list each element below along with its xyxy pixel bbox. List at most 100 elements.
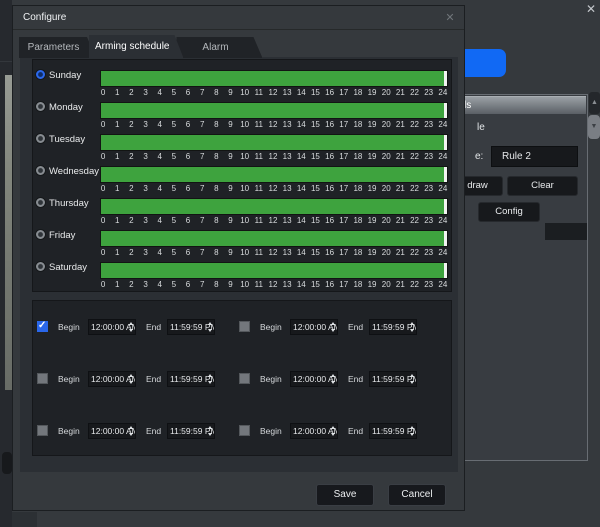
radio-wednesday[interactable] [35,165,46,176]
time-range-4-end-input[interactable]: 11:59:59 PM [369,371,417,387]
partial-control [545,223,587,240]
day-row-friday: Friday 012345678910111213141516171819202… [33,229,451,261]
end-label: End [348,322,363,332]
time-range-3-end-input[interactable]: 11:59:59 PM [167,371,215,387]
radio-thursday[interactable] [35,197,46,208]
schedule-bar-sunday[interactable] [100,70,448,87]
day-row-saturday: Saturday 0123456789101112131415161718192… [33,261,451,293]
hour-ticks: 0123456789101112131415161718192021222324 [96,280,450,290]
time-range-5-end-input[interactable]: 11:59:59 PM [167,423,215,439]
day-label: Sunday [49,70,81,81]
tab-alarm[interactable]: Alarm [176,37,262,58]
selected-list-item[interactable]: ls [462,96,586,114]
day-row-thursday: Thursday 0123456789101112131415161718192… [33,197,451,229]
video-preview-sliver [5,75,12,390]
end-label: End [348,426,363,436]
configure-dialog: Configure ✕ Parameters Arming schedule A… [12,5,465,511]
scroll-down-icon[interactable]: ▼ [588,115,600,139]
begin-label: Begin [58,322,80,332]
time-spinner-icon[interactable] [129,372,134,386]
schedule-bar-tuesday[interactable] [100,134,448,151]
screen: ✕ ls ▲ ▼ le e: Rule 2 draw Clear Config … [0,0,600,527]
time-range-6-begin-input[interactable]: 12:00:00 AM [290,423,338,439]
schedule-bar-friday[interactable] [100,230,448,247]
dialog-close-icon[interactable]: ✕ [442,10,458,26]
schedule-bar-monday[interactable] [100,102,448,119]
time-spinner-icon[interactable] [331,372,336,386]
time-range-6-end-input[interactable]: 11:59:59 PM [369,423,417,439]
time-spinner-icon[interactable] [208,320,213,334]
time-range-1-begin-input[interactable]: 12:00:00 AM [88,319,136,335]
end-label: End [146,374,161,384]
rule-label-partial: le [477,122,485,133]
rule-name-input[interactable]: Rule 2 [491,146,578,167]
day-row-sunday: Sunday 012345678910111213141516171819202… [33,69,451,101]
day-row-wednesday: Wednesday 012345678910111213141516171819… [33,165,451,197]
hour-ticks: 0123456789101112131415161718192021222324 [96,248,450,258]
time-range-1-end-input[interactable]: 11:59:59 PM [167,319,215,335]
time-spinner-icon[interactable] [410,424,415,438]
tab-arming-schedule[interactable]: Arming schedule [89,35,183,58]
time-range-4-begin-input[interactable]: 12:00:00 AM [290,371,338,387]
time-spinner-icon[interactable] [331,320,336,334]
time-range-2-begin-input[interactable]: 12:00:00 AM [290,319,338,335]
tab-bar: Parameters Arming schedule Alarm [19,35,255,58]
time-range-6-checkbox[interactable] [239,425,250,436]
schedule-bar-wednesday[interactable] [100,166,448,183]
day-row-tuesday: Tuesday 01234567891011121314151617181920… [33,133,451,165]
time-range-5-begin-input[interactable]: 12:00:00 AM [88,423,136,439]
day-label: Friday [49,230,75,241]
time-spinner-icon[interactable] [208,372,213,386]
hour-ticks: 0123456789101112131415161718192021222324 [96,120,450,130]
scroll-up-icon[interactable]: ▲ [589,92,600,114]
window-close-icon[interactable]: ✕ [583,1,599,17]
end-label: End [146,426,161,436]
time-range-5-checkbox[interactable] [37,425,48,436]
tab-parameters[interactable]: Parameters [19,37,96,58]
end-label: End [348,374,363,384]
clear-button[interactable]: Clear [507,176,578,196]
end-label: End [146,322,161,332]
day-label: Tuesday [49,134,85,145]
config-button[interactable]: Config [478,202,540,222]
radio-sunday[interactable] [35,69,46,80]
radio-tuesday[interactable] [35,133,46,144]
time-spinner-icon[interactable] [129,424,134,438]
name-label-partial: e: [475,151,483,162]
begin-label: Begin [260,374,282,384]
time-spinner-icon[interactable] [331,424,336,438]
radio-monday[interactable] [35,101,46,112]
day-label: Monday [49,102,83,113]
day-label: Saturday [49,262,87,273]
time-range-4-checkbox[interactable] [239,373,250,384]
time-spinner-icon[interactable] [410,320,415,334]
time-spinner-icon[interactable] [208,424,213,438]
hour-ticks: 0123456789101112131415161718192021222324 [96,216,450,226]
radio-saturday[interactable] [35,261,46,272]
radio-friday[interactable] [35,229,46,240]
begin-label: Begin [260,426,282,436]
hour-ticks: 0123456789101112131415161718192021222324 [96,184,450,194]
dialog-title: Configure [23,6,66,30]
arming-days-panel: Sunday 012345678910111213141516171819202… [32,59,452,292]
time-spinner-icon[interactable] [410,372,415,386]
time-range-2-end-input[interactable]: 11:59:59 PM [369,319,417,335]
bottom-bar-left [12,512,37,527]
time-ranges-panel: Begin 12:00:00 AM End 11:59:59 PM Begin … [32,300,452,456]
time-range-3-checkbox[interactable] [37,373,48,384]
day-row-monday: Monday 012345678910111213141516171819202… [33,101,451,133]
schedule-bar-saturday[interactable] [100,262,448,279]
day-label: Thursday [49,198,89,209]
time-range-1-checkbox[interactable] [37,321,48,332]
schedule-bar-thursday[interactable] [100,198,448,215]
day-label: Wednesday [49,166,99,177]
time-spinner-icon[interactable] [129,320,134,334]
begin-label: Begin [58,374,80,384]
left-partial-button[interactable] [2,452,12,474]
save-button[interactable]: Save [316,484,374,506]
cancel-button[interactable]: Cancel [388,484,446,506]
begin-label: Begin [260,322,282,332]
begin-label: Begin [58,426,80,436]
time-range-3-begin-input[interactable]: 12:00:00 AM [88,371,136,387]
time-range-2-checkbox[interactable] [239,321,250,332]
